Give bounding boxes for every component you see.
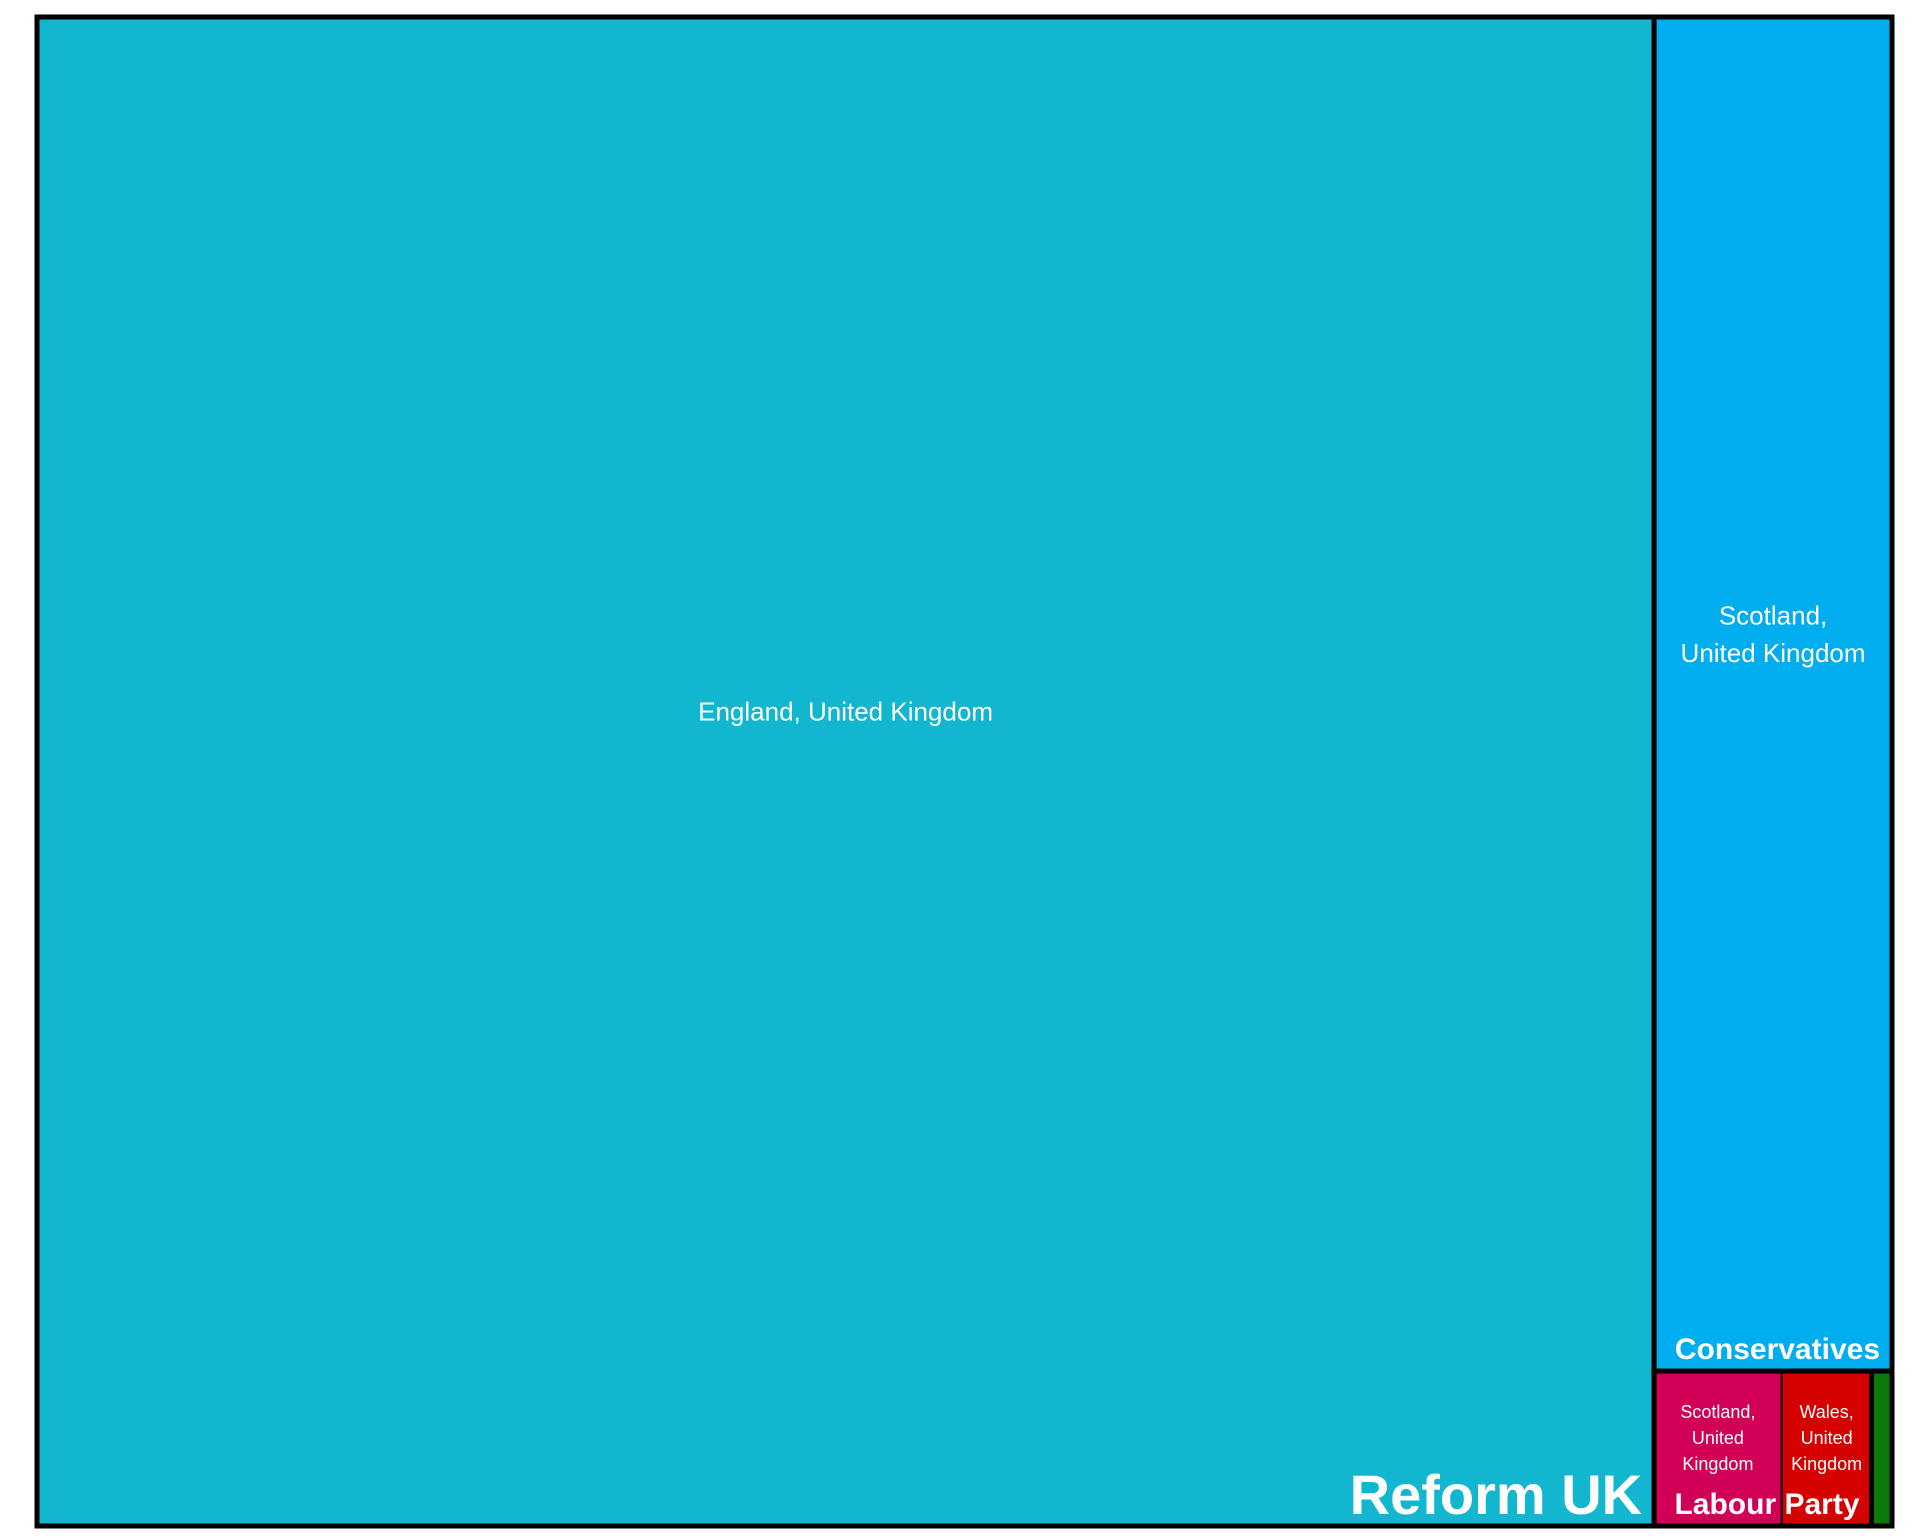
treemap-cell-label: Wales, United Kingdom xyxy=(1791,1402,1862,1474)
treemap-group-other-3 xyxy=(1869,1368,1895,1529)
treemap-group-reform-uk: England, United Kingdom Reform UK xyxy=(34,14,1657,1529)
treemap-group-label-reform-uk: Reform UK xyxy=(1350,1463,1642,1526)
treemap-group-label-conservatives: Conservatives xyxy=(1675,1333,1880,1366)
treemap-cell-conservatives-scotland-united-kingdom[interactable] xyxy=(1653,16,1894,1373)
treemap-cell-label: England, United Kingdom xyxy=(698,697,993,727)
treemap-cell-reform-uk-england-united-kingdom[interactable] xyxy=(36,16,1656,1527)
treemap-group-conservatives: Scotland, United KingdomConservatives xyxy=(1651,14,1895,1374)
treemap-group-labour-party: Scotland, United KingdomWales, United Kingdo… xyxy=(1651,1368,1875,1529)
treemap-group-label-labour-party: Labour Party xyxy=(1674,1488,1859,1521)
treemap-cell-other-3-0[interactable] xyxy=(1870,1370,1893,1527)
treemap-chart: England, United KingdomReform UKScotland… xyxy=(34,14,1895,1529)
